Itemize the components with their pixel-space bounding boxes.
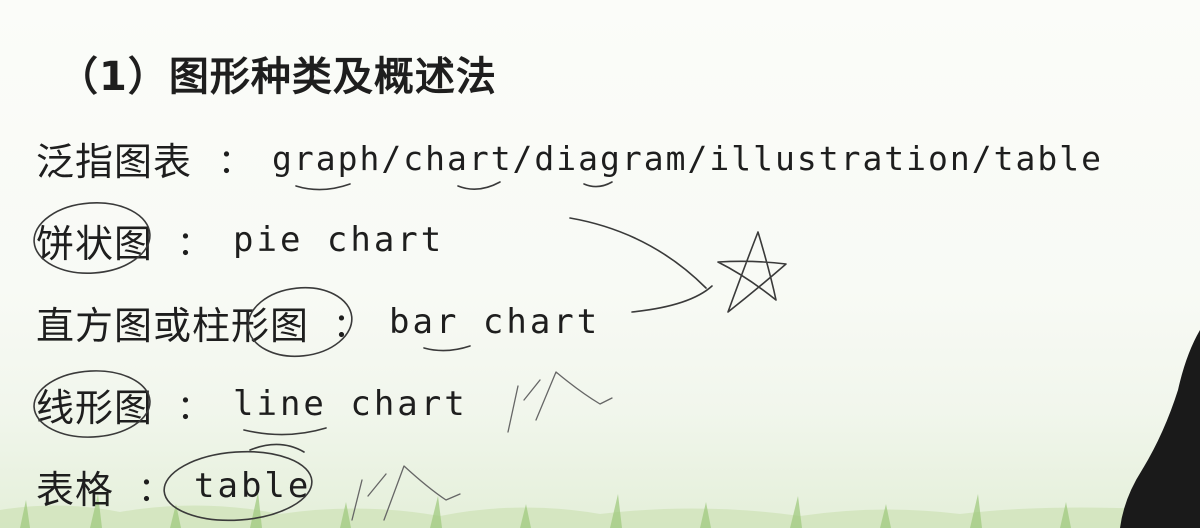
term-english: pie chart	[233, 220, 445, 260]
presenter-silhouette	[1120, 330, 1200, 528]
term-row-pie-chart: 饼状图 ： pie chart	[36, 210, 444, 270]
term-english: graph/chart/diagram/illustration/table	[272, 138, 1103, 178]
term-chinese: 表格	[36, 467, 115, 512]
scribble-tick-line	[507, 371, 613, 433]
lecture-slide: （1）图形种类及概述法 泛指图表 ： graph/chart/diagram/i…	[0, 0, 1200, 528]
term-chinese: 泛指图表	[36, 139, 193, 184]
term-english: bar chart	[389, 302, 601, 342]
term-separator: ：	[218, 141, 253, 182]
term-separator: ：	[177, 387, 212, 428]
term-row-general: 泛指图表 ： graph/chart/diagram/illustration/…	[36, 128, 1103, 188]
term-chinese: 直方图或柱形图	[36, 303, 310, 348]
term-separator: ：	[333, 305, 368, 346]
term-english: line chart	[233, 384, 468, 424]
term-row-bar-chart: 直方图或柱形图 ： bar chart	[36, 292, 600, 352]
arrow-from-bar	[631, 285, 713, 313]
slide-title: （1）图形种类及概述法	[58, 54, 497, 100]
term-chinese: 线形图	[36, 385, 154, 430]
term-english: table	[194, 466, 312, 506]
term-row-line-chart: 线形图 ： line chart	[36, 374, 468, 434]
term-chinese: 饼状图	[36, 221, 154, 266]
term-separator: ：	[177, 223, 212, 264]
term-row-table: 表格 ： table	[36, 456, 311, 516]
arrow-from-pie	[569, 217, 707, 289]
term-separator: ：	[138, 469, 173, 510]
star-doodle-icon	[717, 231, 787, 313]
